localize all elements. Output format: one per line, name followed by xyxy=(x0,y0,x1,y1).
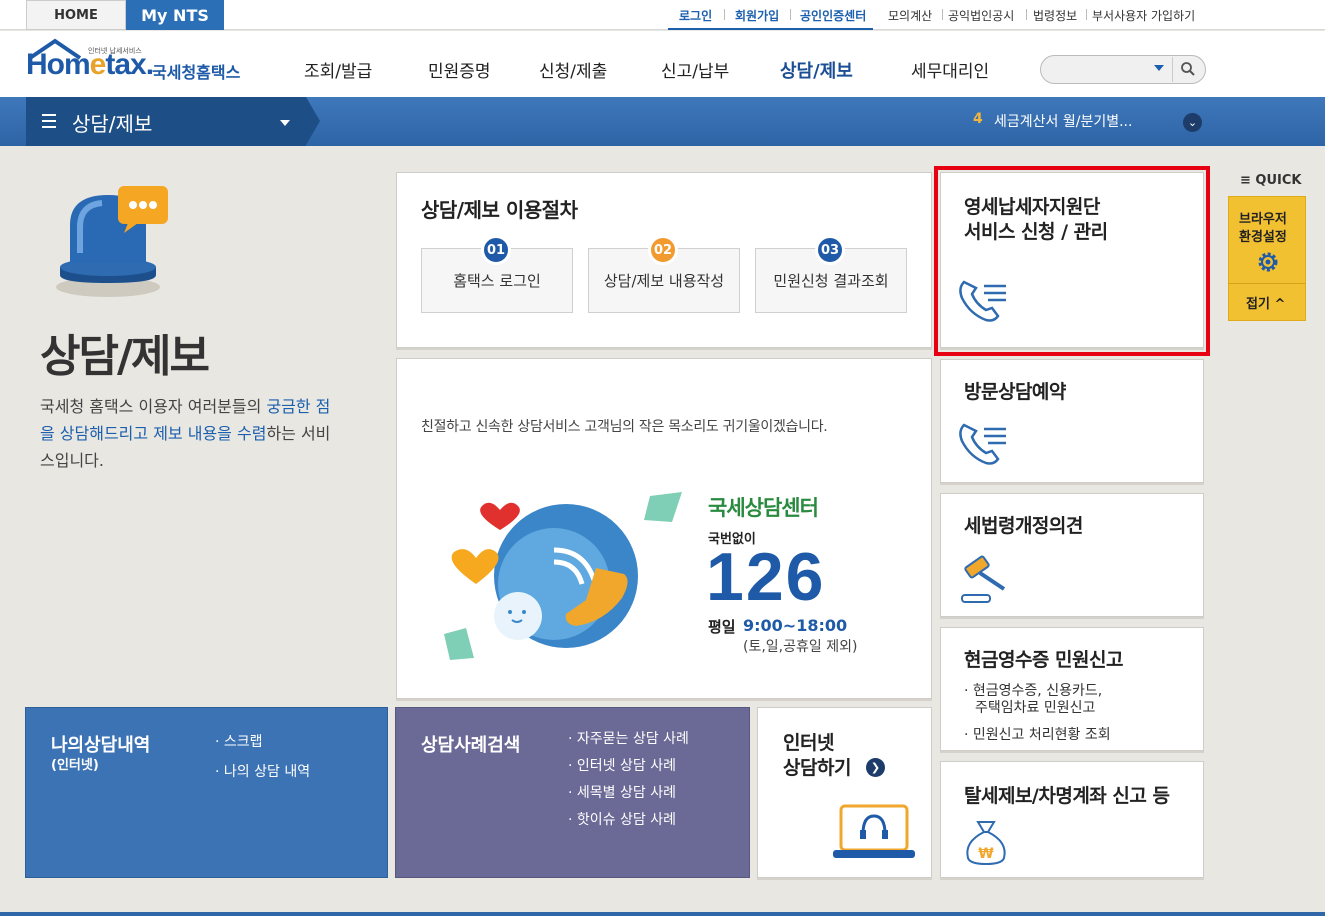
home-tab[interactable]: HOME xyxy=(26,0,126,30)
gavel-icon xyxy=(961,555,1006,603)
small-biz-title-1: 영세납세자지원단 xyxy=(964,196,1100,218)
chevron-right-icon[interactable]: ❯ xyxy=(866,758,885,777)
procedure-title: 상담/제보 이용절차 xyxy=(421,198,578,222)
nav-apply[interactable]: 신청/제출 xyxy=(539,57,607,82)
my-history-sub: (인터넷) xyxy=(51,758,99,773)
nav-consult[interactable]: 상담/제보 xyxy=(780,57,853,83)
cash-receipt-item-cont: 주택임차료 민원신고 xyxy=(975,700,1096,716)
notice-text[interactable]: 세금계산서 월/분기별... xyxy=(994,111,1132,131)
faq-case-link[interactable]: · 자주묻는 상담 사례 xyxy=(568,728,689,748)
cash-receipt-item[interactable]: · 현금영수증, 신용카드, xyxy=(964,682,1102,700)
mock-calc-link[interactable]: 모의계산 xyxy=(888,7,932,23)
tax-item-case-link[interactable]: · 세목별 상담 사례 xyxy=(568,782,676,802)
logo[interactable]: Hometax. xyxy=(26,48,154,82)
complaint-status-link[interactable]: · 민원신고 처리현황 조회 xyxy=(964,726,1111,744)
footer-line xyxy=(0,912,1325,916)
internet-consult-title-1: 인터넷 xyxy=(783,732,834,754)
dept-user-link[interactable]: 부서사용자 가입하기 xyxy=(1092,7,1195,23)
menu-title[interactable]: 상담/제보 xyxy=(72,108,152,137)
phone-call-icon xyxy=(959,280,1006,322)
case-search-title: 상담사례검색 xyxy=(421,735,521,756)
hours-exception: (토,일,공휴일 제외) xyxy=(743,639,858,655)
nav-inquiry[interactable]: 조회/발급 xyxy=(304,57,372,82)
divider xyxy=(1172,57,1173,82)
internet-consult-title-2: 상담하기 xyxy=(783,757,851,779)
logo-korean: 국세청홈택스 xyxy=(152,63,241,82)
nav-report[interactable]: 신고/납부 xyxy=(661,57,729,82)
weekday-label: 평일 xyxy=(708,618,736,636)
divider xyxy=(1228,283,1306,284)
my-consult-link[interactable]: · 나의 상담 내역 xyxy=(215,761,310,781)
step-number: 02 xyxy=(648,235,678,265)
divider xyxy=(942,9,943,20)
consult-speaker-icon xyxy=(56,186,168,297)
divider xyxy=(724,9,725,20)
link-label: 세목별 상담 사례 xyxy=(576,785,676,801)
quick-label-text: QUICK xyxy=(1255,173,1302,188)
notice-number: 4 xyxy=(973,111,983,127)
logo-hom: Hom xyxy=(26,48,91,81)
link-label: 나의 상담 내역 xyxy=(223,764,311,780)
browser-settings-label-2[interactable]: 환경설정 xyxy=(1239,226,1287,245)
small-biz-title-2: 서비스 신청 / 관리 xyxy=(964,221,1108,243)
divider xyxy=(790,9,791,20)
step-number: 01 xyxy=(481,235,511,265)
svg-text:₩: ₩ xyxy=(978,846,994,862)
quick-menu-label: ≡ QUICK xyxy=(1240,173,1302,188)
link-label: 인터넷 상담 사례 xyxy=(576,758,676,774)
chevron-down-icon[interactable] xyxy=(280,120,290,126)
search-icon[interactable] xyxy=(1180,61,1196,77)
divider xyxy=(1086,9,1087,20)
menu-selector[interactable] xyxy=(26,97,306,146)
visit-title: 방문상담예약 xyxy=(964,381,1066,403)
login-link[interactable]: 로그인 xyxy=(679,7,712,23)
center-brand: 국세상담센터 xyxy=(708,496,819,520)
laptop-headset-icon xyxy=(833,804,915,858)
blue-underline xyxy=(668,28,873,30)
link-label: 자주묻는 상담 사례 xyxy=(576,731,689,747)
gear-icon[interactable] xyxy=(1255,249,1281,275)
logo-tax: tax. xyxy=(105,48,154,81)
cash-receipt-title: 현금영수증 민원신고 xyxy=(964,649,1123,671)
step-number: 03 xyxy=(815,235,845,265)
scrap-link[interactable]: · 스크랩 xyxy=(215,731,263,751)
step-label: 상담/제보 내용작성 xyxy=(603,272,725,290)
page-description: 국세청 홈택스 이용자 여러분들의 궁금한 점을 상담해드리고 제보 내용을 수… xyxy=(40,393,340,474)
hamburger-icon[interactable] xyxy=(42,114,56,116)
hot-issue-case-link[interactable]: · 핫이슈 상담 사례 xyxy=(568,809,676,829)
internet-case-link[interactable]: · 인터넷 상담 사례 xyxy=(568,755,676,775)
fold-button[interactable]: 접기 ^ xyxy=(1246,293,1285,312)
menu-arrow xyxy=(306,97,320,145)
law-info-link[interactable]: 법령정보 xyxy=(1033,7,1077,23)
step-label: 민원신청 결과조회 xyxy=(773,272,889,290)
browser-settings-label-1[interactable]: 브라우저 xyxy=(1239,208,1287,227)
link-label: 스크랩 xyxy=(223,734,263,750)
fold-label: 접기 xyxy=(1246,297,1270,312)
phone-call-icon xyxy=(959,423,1006,465)
desc-part-1: 국세청 홈택스 이용자 여러분들의 xyxy=(40,397,267,416)
tax-report-title: 탈세제보/차명계좌 신고 등 xyxy=(964,785,1170,807)
money-bag-icon: ₩ xyxy=(966,821,1006,866)
signup-link[interactable]: 회원가입 xyxy=(735,7,779,23)
item-label: 현금영수증, 신용카드, xyxy=(972,683,1103,699)
logo-e: e xyxy=(89,48,107,81)
link-label: 핫이슈 상담 사례 xyxy=(576,812,676,828)
tax-law-title: 세법령개정의견 xyxy=(964,515,1083,537)
phone-number: 126 xyxy=(706,539,826,615)
public-corp-link[interactable]: 공익법인공시 xyxy=(948,7,1014,23)
nav-tax-agent[interactable]: 세무대리인 xyxy=(911,57,989,82)
phone-globe-icon xyxy=(444,492,682,660)
center-message: 친절하고 신속한 상담서비스 고객님의 작은 목소리도 귀기울이겠습니다. xyxy=(421,419,828,435)
page-title: 상담/제보 xyxy=(40,331,210,382)
notice-expand-button[interactable]: ⌄ xyxy=(1183,113,1202,132)
nav-certificate[interactable]: 민원증명 xyxy=(428,57,491,82)
divider xyxy=(1026,9,1027,20)
cert-center-link[interactable]: 공인인증센터 xyxy=(800,7,866,23)
my-nts-tab[interactable]: My NTS xyxy=(126,0,224,30)
item-label: 민원신고 처리현황 조회 xyxy=(972,727,1111,743)
hours: 9:00~18:00 xyxy=(743,616,848,635)
step-label: 홈택스 로그인 xyxy=(453,272,541,290)
chevron-down-icon[interactable] xyxy=(1154,65,1164,71)
